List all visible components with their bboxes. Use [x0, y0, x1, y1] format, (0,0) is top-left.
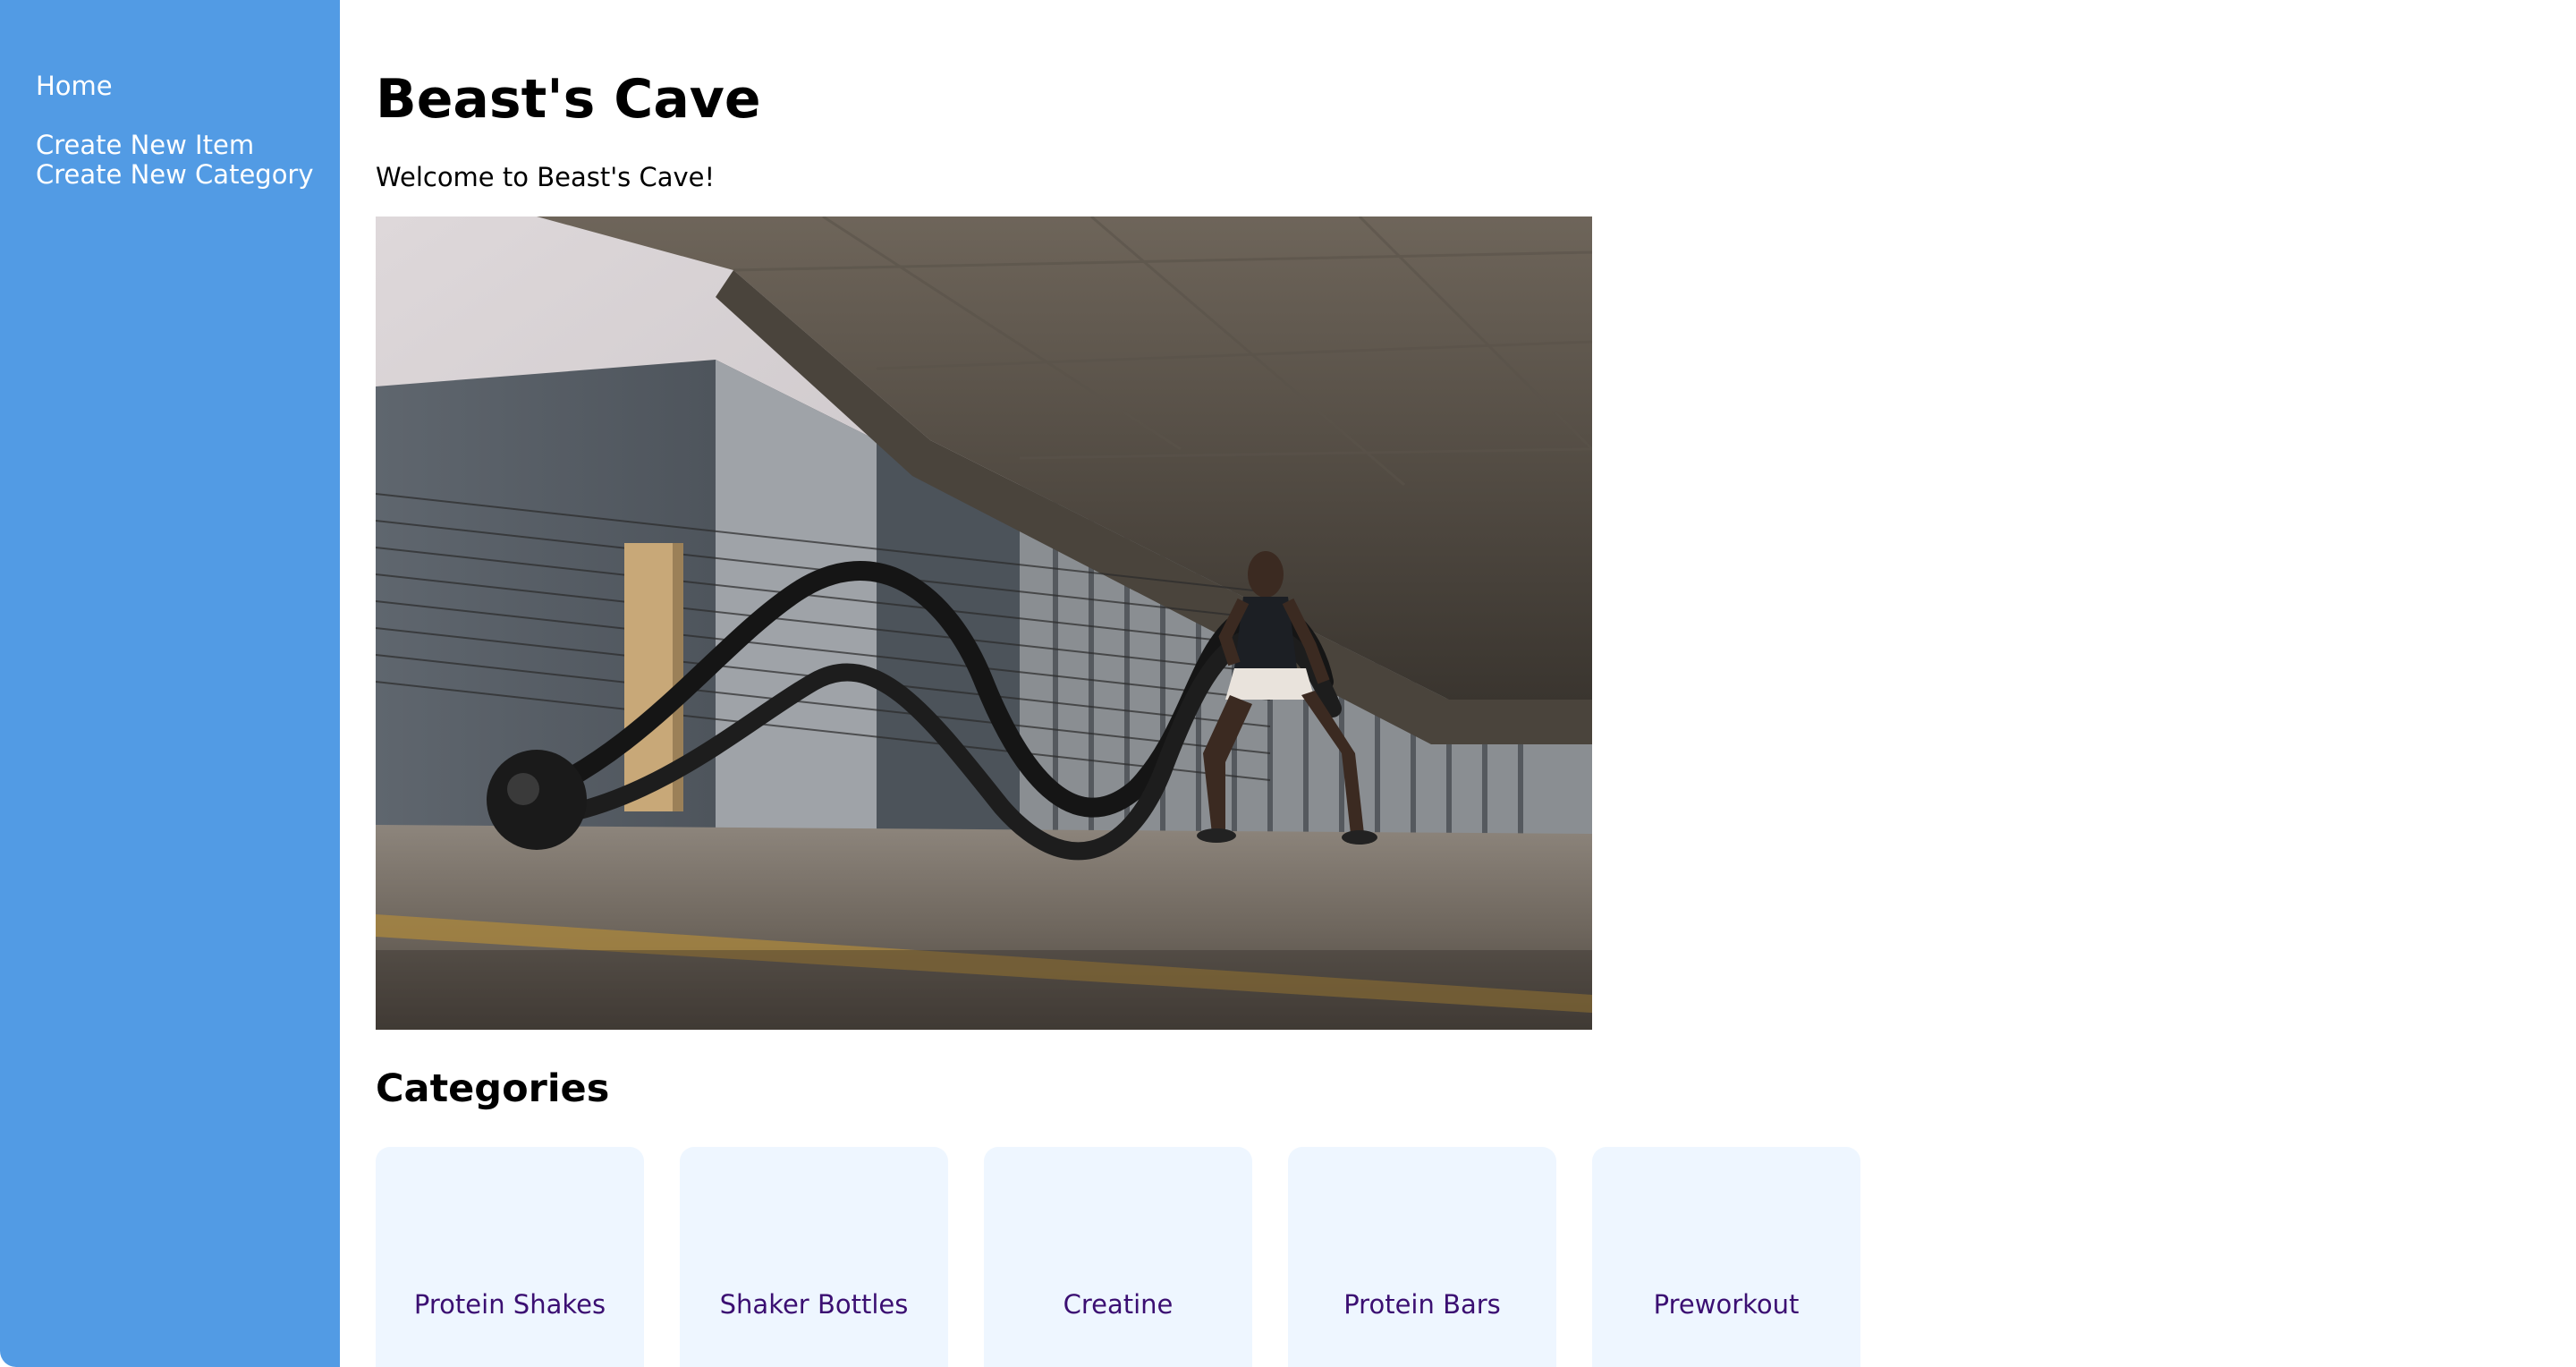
category-card-shaker-bottles[interactable]: Shaker Bottles	[680, 1147, 948, 1367]
page-title: Beast's Cave	[376, 68, 761, 131]
category-card-label: Creatine	[1063, 1289, 1174, 1320]
category-card-label: Protein Shakes	[413, 1289, 606, 1320]
welcome-text: Welcome to Beast's Cave!	[376, 162, 716, 192]
nav-link-create-new-category[interactable]: Create New Category	[36, 159, 314, 190]
categories-heading: Categories	[376, 1066, 610, 1111]
category-card-preworkout[interactable]: Preworkout	[1592, 1147, 1860, 1367]
category-card-label: Preworkout	[1653, 1289, 1800, 1320]
category-card-protein-shakes[interactable]: Protein Shakes	[376, 1147, 644, 1367]
hero-image	[376, 217, 1592, 1030]
nav-link-home[interactable]: Home	[36, 71, 113, 101]
nav-link-create-new-item[interactable]: Create New Item	[36, 130, 254, 160]
category-card-label: Shaker Bottles	[719, 1289, 909, 1320]
category-card-protein-bars[interactable]: Protein Bars	[1288, 1147, 1556, 1367]
category-card-label: Protein Bars	[1343, 1289, 1501, 1320]
category-card-creatine[interactable]: Creatine	[984, 1147, 1252, 1367]
sidebar: Home Create New Item Create New Category	[0, 0, 340, 1367]
